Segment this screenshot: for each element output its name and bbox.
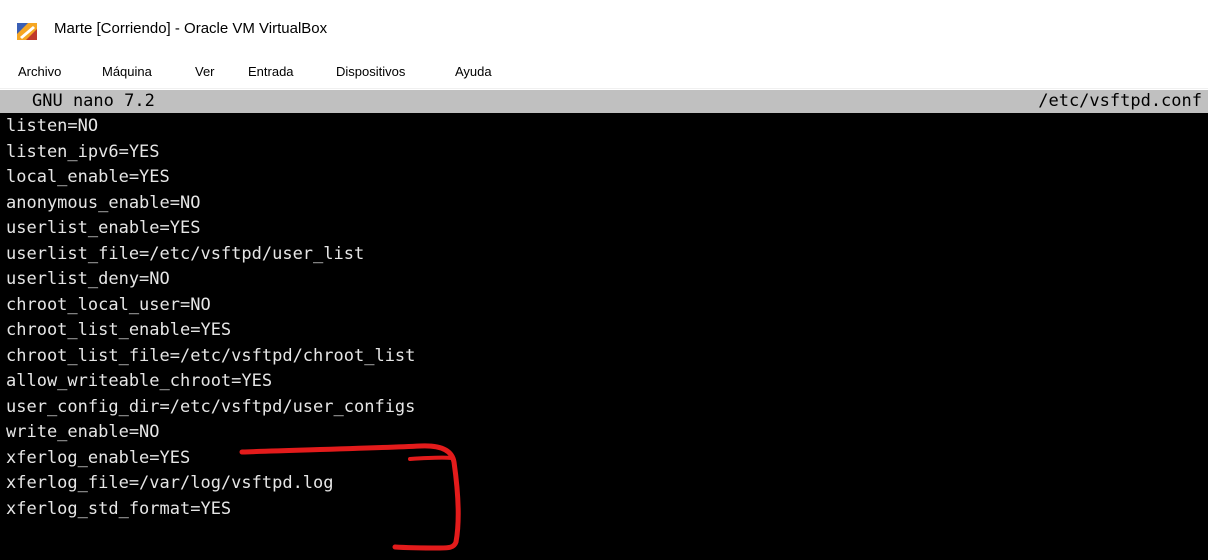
editor-line: xferlog_file=/var/log/vsftpd.log (6, 473, 334, 493)
editor-line: anonymous_enable=NO (6, 192, 201, 213)
editor-line: xferlog_enable=YES (6, 447, 191, 468)
nano-version: GNU nano 7.2 (32, 91, 155, 111)
editor-line: userlist_enable=YES (6, 218, 201, 238)
editor-line: listen_ipv6=YES (6, 141, 160, 162)
menu-archivo[interactable]: Archivo (18, 64, 61, 79)
virtualbox-window: Marte [Corriendo] - Oracle VM VirtualBox… (0, 0, 1208, 560)
menu-ver[interactable]: Ver (195, 64, 215, 79)
editor-line: chroot_list_enable=YES (6, 320, 232, 340)
nano-header-bar: GNU nano 7.2 /etc/vsftpd.conf (0, 90, 1208, 113)
editor-line: chroot_local_user=NO (6, 294, 211, 315)
editor-area[interactable]: listen=NO listen_ipv6=YES local_enable=Y… (6, 114, 1196, 522)
editor-line: local_enable=YES (6, 167, 170, 187)
title-bar: Marte [Corriendo] - Oracle VM VirtualBox (0, 0, 1208, 58)
editor-line: listen=NO (6, 116, 99, 136)
menu-dispositivos[interactable]: Dispositivos (336, 64, 405, 79)
editor-line: userlist_deny=NO (6, 269, 170, 289)
editor-line: chroot_list_file=/etc/vsftpd/chroot_list (6, 345, 416, 366)
window-title: Marte [Corriendo] - Oracle VM VirtualBox (54, 20, 328, 37)
virtualbox-icon (17, 23, 37, 40)
menu-bar: Archivo Máquina Ver Entrada Dispositivos… (0, 58, 1208, 89)
editor-line: user_config_dir=/etc/vsftpd/user_configs (6, 396, 416, 417)
editor-line: allow_writeable_chroot=YES (6, 371, 273, 391)
vm-screen[interactable]: GNU nano 7.2 /etc/vsftpd.conf listen=NO … (0, 90, 1208, 560)
menu-ayuda[interactable]: Ayuda (455, 64, 492, 79)
editor-line: userlist_file=/etc/vsftpd/user_list (6, 243, 365, 264)
editor-line: write_enable=NO (6, 422, 160, 442)
menu-maquina[interactable]: Máquina (102, 64, 152, 79)
menu-entrada[interactable]: Entrada (248, 64, 294, 79)
editor-line: xferlog_std_format=YES (6, 498, 232, 519)
nano-filename: /etc/vsftpd.conf (1038, 91, 1202, 111)
